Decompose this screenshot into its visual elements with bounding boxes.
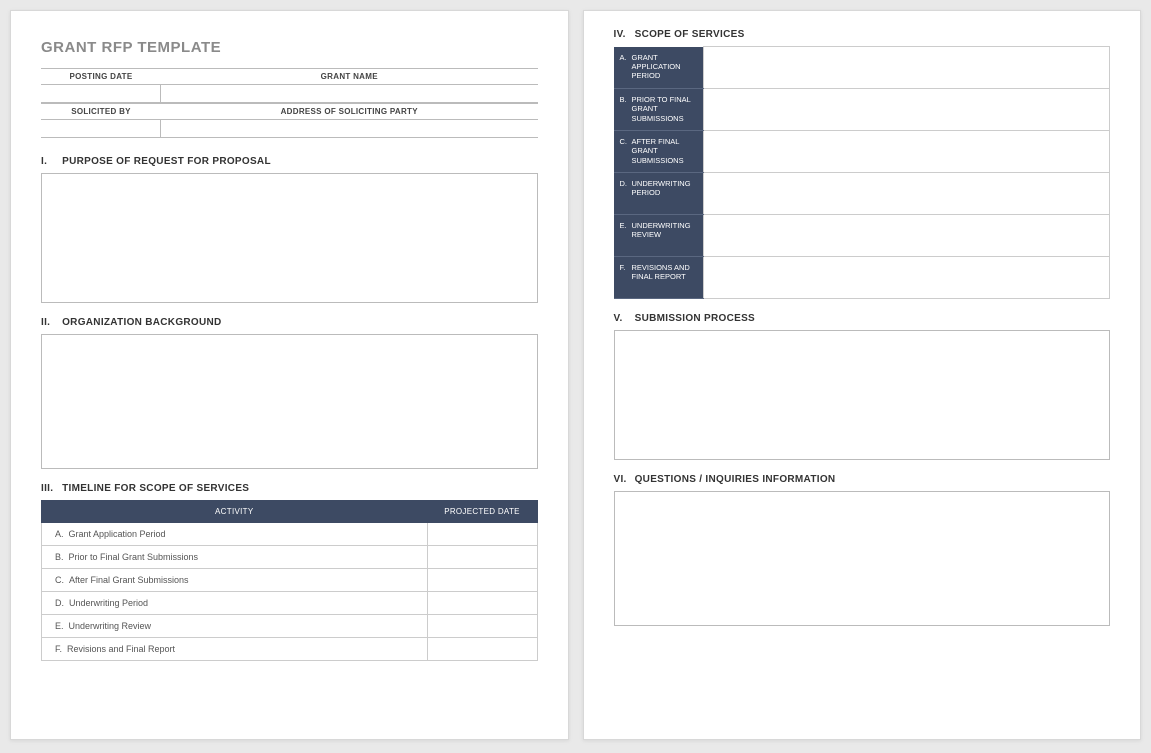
table-row: F.REVISIONS AND FINAL REPORT: [614, 257, 1110, 299]
section-3-heading: III. TIMELINE FOR SCOPE OF SERVICES: [41, 483, 538, 494]
table-row: B. Prior to Final Grant Submissions: [42, 546, 538, 569]
projected-date-cell[interactable]: [427, 523, 537, 546]
scope-value-cell[interactable]: [704, 257, 1110, 299]
page-1: GRANT RFP TEMPLATE POSTING DATE GRANT NA…: [10, 10, 569, 740]
scope-value-cell[interactable]: [704, 215, 1110, 257]
scope-label-cell: C.AFTER FINAL GRANT SUBMISSIONS: [614, 131, 704, 173]
inquiries-box[interactable]: [614, 491, 1111, 626]
scope-label-cell: A.GRANT APPLICATION PERIOD: [614, 47, 704, 89]
table-row: A. Grant Application Period: [42, 523, 538, 546]
scope-label-cell: F.REVISIONS AND FINAL REPORT: [614, 257, 704, 299]
activity-cell: D. Underwriting Period: [42, 592, 428, 615]
solicited-by-value[interactable]: [41, 120, 161, 138]
projected-date-cell[interactable]: [427, 638, 537, 661]
activity-cell: C. After Final Grant Submissions: [42, 569, 428, 592]
header-table: POSTING DATE GRANT NAME SOLICITED BY ADD…: [41, 68, 538, 138]
scope-label-cell: E.UNDERWRITING REVIEW: [614, 215, 704, 257]
section-6-heading: VI. QUESTIONS / INQUIRIES INFORMATION: [614, 474, 1111, 485]
timeline-table: ACTIVITY PROJECTED DATE A. Grant Applica…: [41, 500, 538, 661]
grant-name-value[interactable]: [161, 85, 538, 103]
col-projected-date: PROJECTED DATE: [427, 501, 537, 523]
activity-cell: E. Underwriting Review: [42, 615, 428, 638]
solicited-by-label: SOLICITED BY: [41, 103, 161, 120]
table-row: E.UNDERWRITING REVIEW: [614, 215, 1110, 257]
table-row: D.UNDERWRITING PERIOD: [614, 173, 1110, 215]
table-row: A.GRANT APPLICATION PERIOD: [614, 47, 1110, 89]
table-row: C. After Final Grant Submissions: [42, 569, 538, 592]
posting-date-value[interactable]: [41, 85, 161, 103]
address-label: ADDRESS OF SOLICITING PARTY: [161, 103, 538, 120]
col-activity: ACTIVITY: [42, 501, 428, 523]
section-1-heading: I. PURPOSE OF REQUEST FOR PROPOSAL: [41, 156, 538, 167]
projected-date-cell[interactable]: [427, 546, 537, 569]
grant-name-label: GRANT NAME: [161, 68, 538, 85]
posting-date-label: POSTING DATE: [41, 68, 161, 85]
scope-label-cell: B.PRIOR TO FINAL GRANT SUBMISSIONS: [614, 89, 704, 131]
background-box[interactable]: [41, 334, 538, 469]
scope-label-cell: D.UNDERWRITING PERIOD: [614, 173, 704, 215]
section-2-heading: II. ORGANIZATION BACKGROUND: [41, 317, 538, 328]
activity-cell: F. Revisions and Final Report: [42, 638, 428, 661]
projected-date-cell[interactable]: [427, 569, 537, 592]
scope-table: A.GRANT APPLICATION PERIODB.PRIOR TO FIN…: [614, 46, 1111, 299]
projected-date-cell[interactable]: [427, 592, 537, 615]
table-row: F. Revisions and Final Report: [42, 638, 538, 661]
table-row: E. Underwriting Review: [42, 615, 538, 638]
table-row: D. Underwriting Period: [42, 592, 538, 615]
submission-box[interactable]: [614, 330, 1111, 460]
activity-cell: B. Prior to Final Grant Submissions: [42, 546, 428, 569]
page-2: IV. SCOPE OF SERVICES A.GRANT APPLICATIO…: [583, 10, 1142, 740]
scope-value-cell[interactable]: [704, 47, 1110, 89]
scope-value-cell[interactable]: [704, 173, 1110, 215]
activity-cell: A. Grant Application Period: [42, 523, 428, 546]
table-row: C.AFTER FINAL GRANT SUBMISSIONS: [614, 131, 1110, 173]
scope-value-cell[interactable]: [704, 89, 1110, 131]
table-row: B.PRIOR TO FINAL GRANT SUBMISSIONS: [614, 89, 1110, 131]
purpose-box[interactable]: [41, 173, 538, 303]
address-value[interactable]: [161, 120, 538, 138]
section-5-heading: V. SUBMISSION PROCESS: [614, 313, 1111, 324]
projected-date-cell[interactable]: [427, 615, 537, 638]
document-title: GRANT RFP TEMPLATE: [41, 39, 538, 56]
scope-value-cell[interactable]: [704, 131, 1110, 173]
section-4-heading: IV. SCOPE OF SERVICES: [614, 29, 1111, 40]
